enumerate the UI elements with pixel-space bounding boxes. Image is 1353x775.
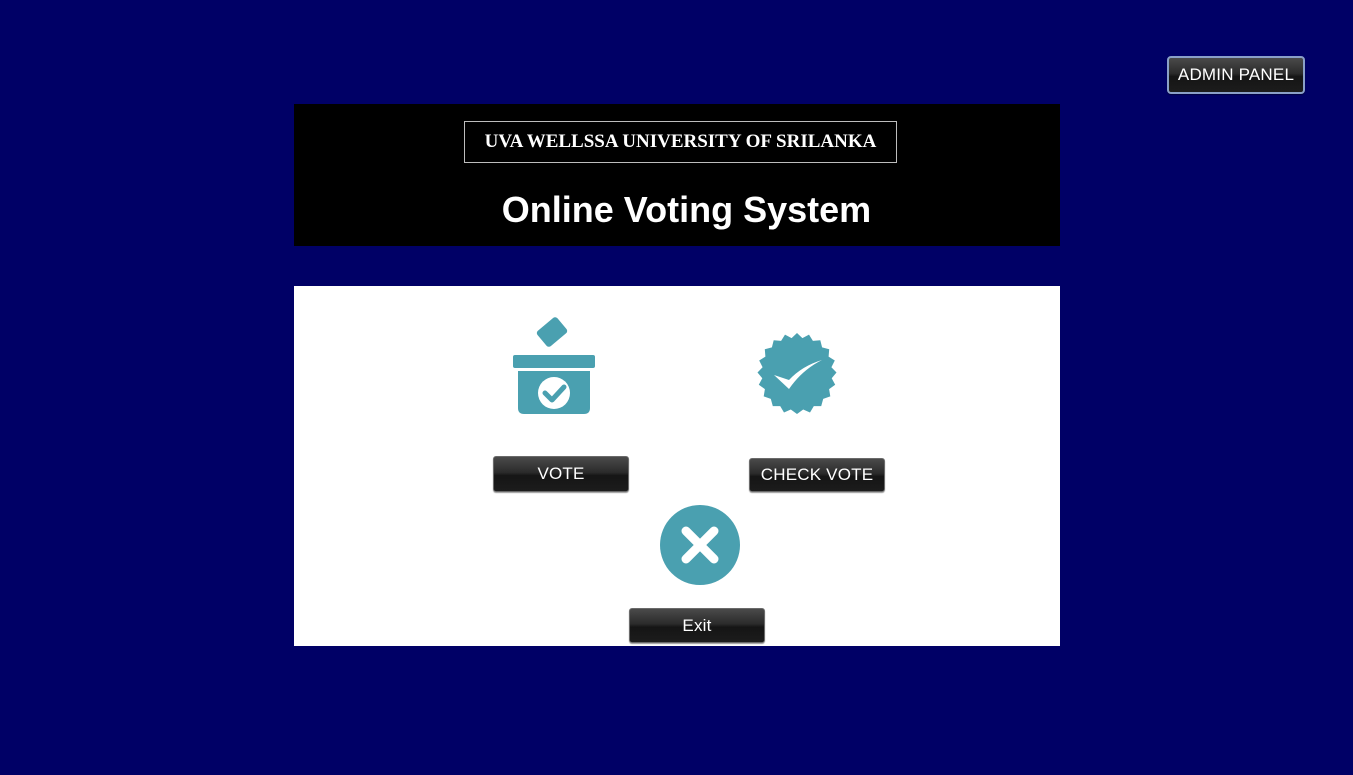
main-menu-panel: VOTE CHECK VOTE Exit	[294, 286, 1060, 646]
admin-panel-button[interactable]: ADMIN PANEL	[1167, 56, 1305, 94]
university-name: UVA WELLSSA UNIVERSITY OF SRILANKA	[464, 121, 897, 163]
check-vote-button[interactable]: CHECK VOTE	[749, 458, 885, 492]
verified-badge-icon[interactable]	[750, 326, 844, 420]
exit-button[interactable]: Exit	[629, 608, 765, 643]
page-title: Online Voting System	[501, 189, 872, 230]
app-window: ADMIN PANEL UVA WELLSSA UNIVERSITY OF SR…	[0, 0, 1353, 775]
close-circle-icon[interactable]	[659, 504, 741, 586]
ballot-box-icon[interactable]	[509, 316, 599, 418]
header-banner: UVA WELLSSA UNIVERSITY OF SRILANKA Onlin…	[294, 104, 1060, 246]
vote-button[interactable]: VOTE	[493, 456, 629, 492]
